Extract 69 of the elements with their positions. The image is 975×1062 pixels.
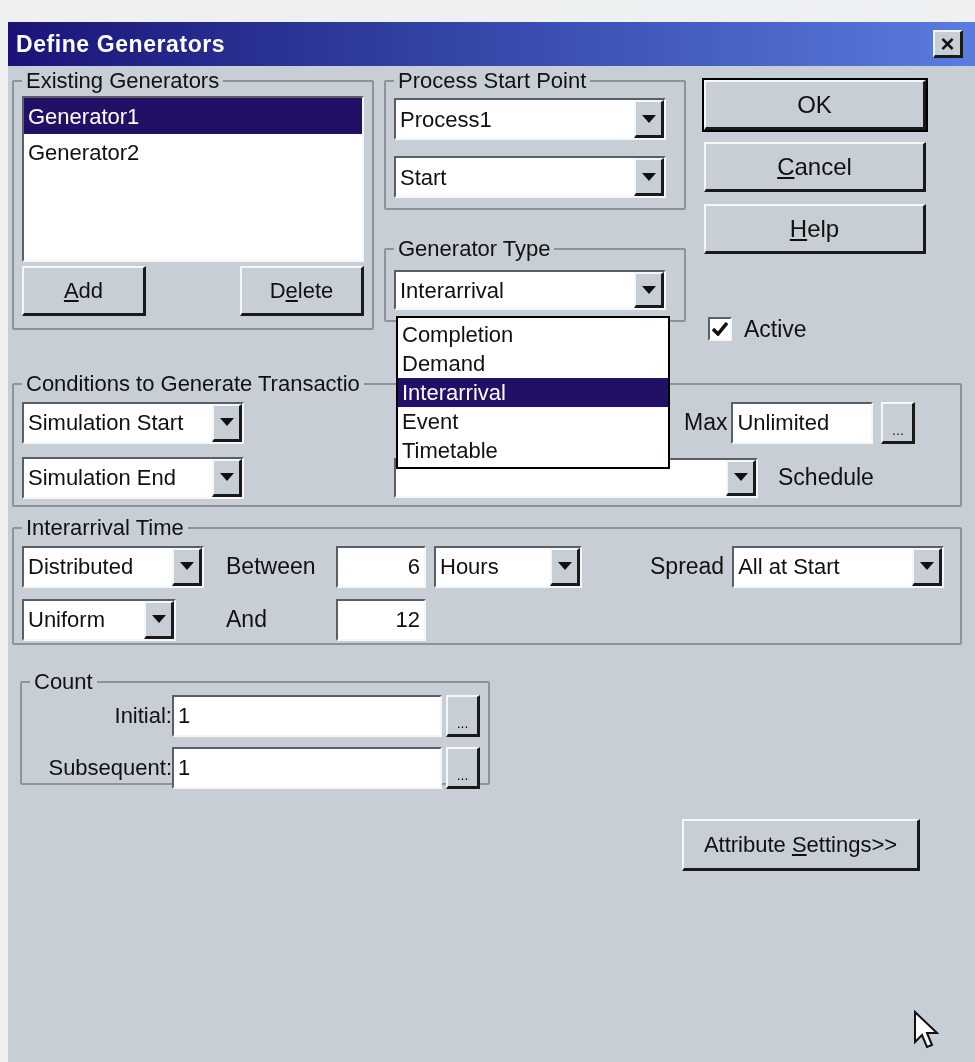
caret-down-icon [641, 285, 656, 294]
dropdown-button[interactable] [726, 459, 756, 496]
caret-down-icon [151, 615, 166, 623]
group-label: Conditions to Generate Transactio [25, 372, 361, 395]
dropdown-button[interactable] [912, 547, 943, 586]
input-field[interactable]: 1 [172, 694, 442, 737]
dropdown[interactable]: Process1 [394, 98, 666, 140]
group-label: Process Start Point [397, 70, 588, 92]
schedule-label: Schedule [778, 463, 874, 493]
dropdown[interactable]: All at Start [732, 545, 945, 588]
dropdown-button[interactable] [172, 547, 202, 586]
count-label: Initial: [113, 702, 172, 730]
checkbox[interactable] [708, 317, 732, 342]
help-button[interactable]: Help [704, 204, 926, 254]
add-button[interactable]: Add [22, 266, 146, 316]
dropdown[interactable]: Uniform [22, 598, 176, 641]
dropdown[interactable]: Hours [434, 545, 582, 588]
caret-down-icon [919, 562, 934, 570]
delete-button[interactable]: Delete [240, 266, 364, 316]
browse-button[interactable]: ... [446, 746, 480, 789]
caret-down-icon [733, 473, 748, 481]
caret-down-icon [219, 418, 234, 426]
max-label: Max [684, 408, 728, 438]
count-label: Subsequent: [47, 754, 172, 782]
check-icon [712, 322, 728, 337]
dropdown[interactable]: Simulation Start [22, 401, 244, 444]
browse-button[interactable]: ... [446, 694, 480, 737]
window-title: Define Generators [16, 29, 226, 59]
between-label: Between [226, 552, 317, 582]
dropdown[interactable]: Distributed [22, 545, 204, 588]
caret-down-icon [641, 172, 656, 181]
close-button[interactable]: × [933, 30, 963, 58]
group-label: Interarrival Time [25, 516, 185, 539]
checkbox-label: Active [744, 315, 807, 344]
group-label: Count [33, 670, 94, 693]
dropdown-button[interactable] [634, 158, 664, 196]
input-field[interactable]: 1 [172, 746, 442, 789]
dropdown-option[interactable]: Interarrival [398, 378, 668, 407]
dropdown[interactable]: Simulation End [22, 456, 244, 499]
dropdown-option[interactable]: Completion [398, 320, 668, 349]
input-field[interactable]: 12 [336, 598, 426, 641]
dropdown[interactable]: Interarrival [394, 270, 666, 310]
spread-label: Spread [650, 552, 725, 582]
dropdown-button[interactable] [212, 403, 242, 442]
group-label: Existing Generators [25, 70, 221, 92]
dropdown-option[interactable]: Event [398, 407, 668, 436]
dropdown-button[interactable] [212, 458, 242, 497]
dropdown-option[interactable]: Demand [398, 349, 668, 378]
input-field[interactable]: 6 [336, 545, 426, 588]
dropdown-button[interactable] [634, 272, 664, 308]
cancel-button[interactable]: Cancel [704, 142, 926, 192]
ok-button[interactable]: OK [704, 80, 926, 130]
dropdown-button[interactable] [144, 600, 174, 639]
group-label: Generator Type [397, 238, 552, 260]
dropdown[interactable]: Start [394, 156, 666, 198]
dropdown-button[interactable] [550, 547, 580, 586]
and-label: And [226, 605, 268, 635]
caret-down-icon [557, 562, 572, 570]
caret-down-icon [179, 562, 194, 570]
dropdown-option[interactable]: Timetable [398, 436, 668, 465]
input-field[interactable]: Unlimited [731, 401, 874, 444]
caret-down-icon [219, 473, 234, 481]
caret-down-icon [641, 114, 656, 123]
dropdown-button[interactable] [634, 100, 664, 138]
browse-button[interactable]: ... [881, 401, 916, 444]
list-item[interactable]: Generator2 [24, 134, 362, 170]
attribute-settings-button[interactable]: Attribute Settings>> [682, 818, 920, 871]
mouse-pointer-icon [913, 1010, 939, 1050]
list-item[interactable]: Generator1 [24, 98, 362, 134]
